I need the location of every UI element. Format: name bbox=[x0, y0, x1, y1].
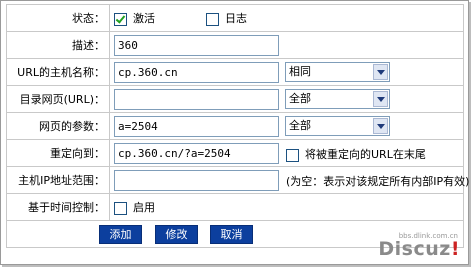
activate-checkbox[interactable] bbox=[114, 12, 127, 26]
directory-label: 目录网页(URL)： bbox=[6, 85, 110, 113]
params-label: 网页的参数： bbox=[6, 112, 110, 140]
params-match-select[interactable]: 全部 bbox=[285, 116, 390, 136]
row-time-control: 基于时间控制： 启用 bbox=[6, 193, 464, 221]
redirect-append-option: 将被重定向的URL在末尾 bbox=[286, 146, 426, 162]
ip-range-note: (为空：表示对该规定所有内部IP有效) bbox=[286, 175, 470, 188]
row-host: URL的主机名称： cp.360.cn 相同 bbox=[6, 58, 464, 86]
status-label: 状态： bbox=[6, 4, 110, 32]
ip-range-label: 主机IP地址范围： bbox=[6, 166, 110, 194]
description-input[interactable]: 360 bbox=[114, 34, 279, 56]
log-checkbox[interactable] bbox=[206, 12, 219, 26]
time-control-label: 基于时间控制： bbox=[6, 193, 110, 221]
row-ip-range: 主机IP地址范围： (为空：表示对该规定所有内部IP有效) bbox=[6, 166, 469, 194]
watermark-sub: bbs.dlink.com.cn bbox=[398, 232, 458, 240]
add-button[interactable]: 添加 bbox=[99, 224, 142, 244]
row-params: 网页的参数： a=2504 全部 bbox=[6, 112, 464, 140]
redirect-input[interactable]: cp.360.cn/?a=2504 bbox=[114, 142, 279, 164]
time-enable-checkbox[interactable] bbox=[114, 201, 127, 215]
host-match-value: 相同 bbox=[289, 65, 311, 78]
directory-match-select[interactable]: 全部 bbox=[285, 89, 390, 109]
redirect-append-label: 将被重定向的URL在末尾 bbox=[305, 148, 426, 161]
cancel-button[interactable]: 取消 bbox=[210, 224, 253, 244]
directory-input[interactable] bbox=[114, 88, 279, 110]
time-enable-label: 启用 bbox=[133, 201, 155, 214]
ip-range-input[interactable] bbox=[114, 169, 279, 191]
chevron-down-icon[interactable] bbox=[373, 91, 388, 107]
chevron-down-icon[interactable] bbox=[373, 64, 388, 80]
modify-button[interactable]: 修改 bbox=[155, 224, 198, 244]
description-label: 描述： bbox=[6, 31, 110, 59]
dialog-frame: 状态： 激活 日志 描述： 360 URL的主机名称： cp.360.cn 相同… bbox=[0, 0, 469, 265]
directory-match-value: 全部 bbox=[289, 92, 311, 105]
params-match-value: 全部 bbox=[289, 119, 311, 132]
rule-form: 状态： 激活 日志 描述： 360 URL的主机名称： cp.360.cn 相同… bbox=[6, 4, 469, 248]
watermark-bang: ! bbox=[450, 238, 460, 260]
watermark-text: Discuz bbox=[378, 238, 451, 260]
host-match-select[interactable]: 相同 bbox=[285, 62, 390, 82]
row-description: 描述： 360 bbox=[6, 31, 464, 59]
status-field: 激活 日志 bbox=[109, 4, 464, 32]
params-input[interactable]: a=2504 bbox=[114, 115, 279, 137]
chevron-down-icon[interactable] bbox=[373, 118, 388, 134]
row-redirect: 重定向到： cp.360.cn/?a=2504 将被重定向的URL在末尾 bbox=[6, 139, 464, 167]
row-directory: 目录网页(URL)： 全部 bbox=[6, 85, 464, 113]
host-input[interactable]: cp.360.cn bbox=[114, 61, 279, 83]
host-label: URL的主机名称： bbox=[6, 58, 110, 86]
discuz-watermark: Discuz! bbs.dlink.com.cn bbox=[378, 232, 460, 260]
log-label: 日志 bbox=[225, 12, 247, 25]
redirect-label: 重定向到： bbox=[6, 139, 110, 167]
activate-label: 激活 bbox=[133, 12, 155, 25]
redirect-append-checkbox[interactable] bbox=[286, 148, 299, 162]
row-status: 状态： 激活 日志 bbox=[6, 4, 464, 32]
